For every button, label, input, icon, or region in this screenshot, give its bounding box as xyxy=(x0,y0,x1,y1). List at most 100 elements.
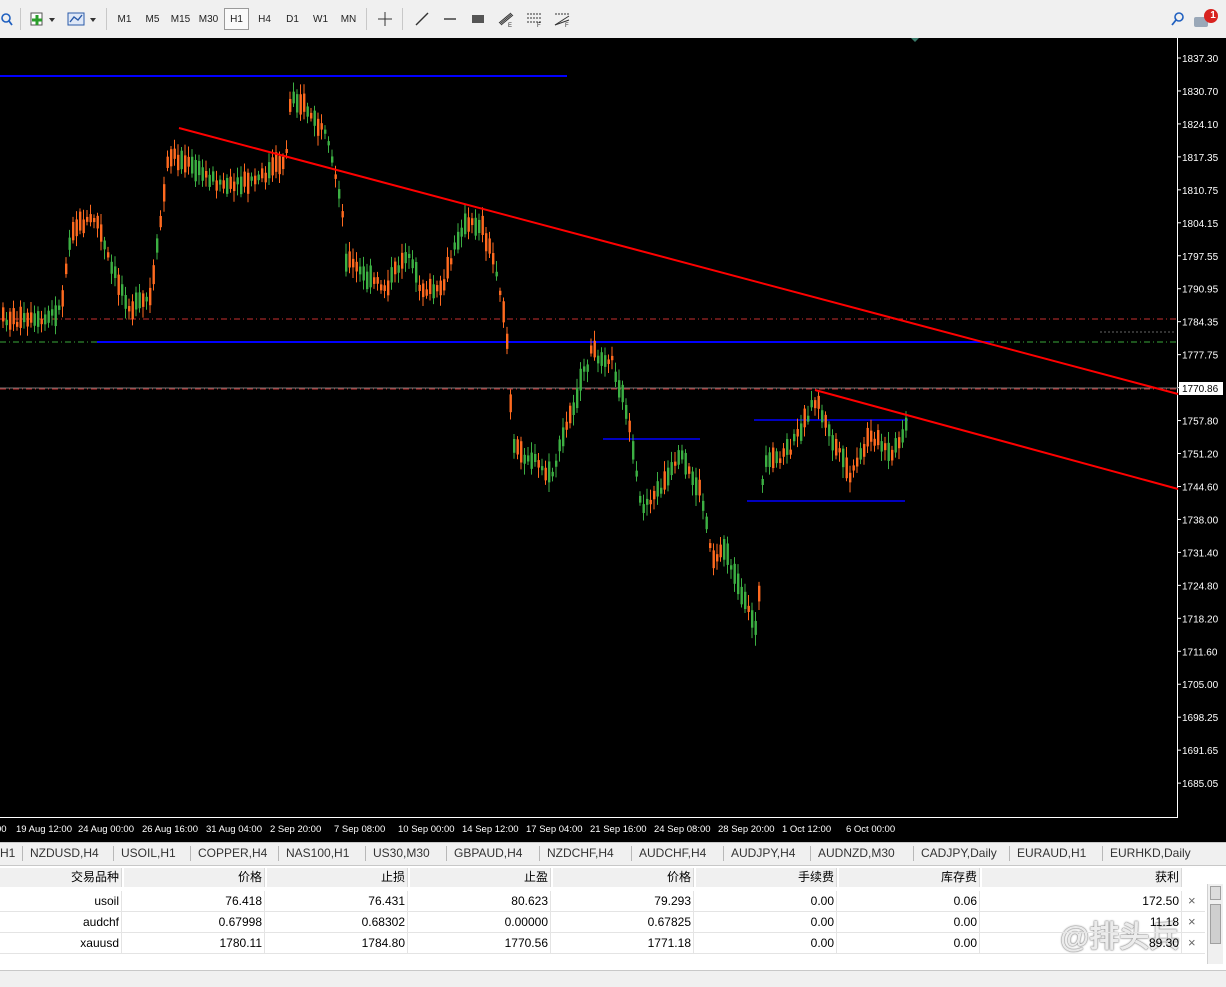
trendline-tool-icon[interactable] xyxy=(410,8,434,30)
new-chart-icon[interactable] xyxy=(28,8,58,30)
candle-body xyxy=(576,388,579,409)
price-tick-label: 1698.25 xyxy=(1182,713,1219,724)
candle-body xyxy=(800,423,803,441)
horizontal-line-tool-icon[interactable] xyxy=(438,8,462,30)
candle-body xyxy=(852,465,855,471)
table-cell-tp: 1770.56 xyxy=(410,933,551,953)
candle-body xyxy=(208,174,211,187)
candle-body xyxy=(289,98,292,112)
toolbar: M1 M5 M15 M30 H1 H4 D1 W1 MN E F F 1 xyxy=(0,0,1226,39)
candle-body xyxy=(873,438,876,446)
table-header[interactable]: 价格 xyxy=(124,868,265,887)
candle-body xyxy=(215,180,218,191)
notifications-icon[interactable]: 1 xyxy=(1192,8,1222,30)
table-header[interactable]: 库存费 xyxy=(839,868,980,887)
close-position-icon[interactable]: × xyxy=(1188,914,1196,929)
timeframe-w1-button[interactable]: W1 xyxy=(308,8,333,30)
candle-body xyxy=(264,172,267,183)
candle-body xyxy=(586,364,589,372)
table-header[interactable]: 手续费 xyxy=(696,868,837,887)
candle-body xyxy=(86,216,89,222)
candle-body xyxy=(131,301,134,319)
candle-body xyxy=(296,94,299,113)
table-header[interactable]: 获利 xyxy=(982,868,1182,887)
crosshair-icon[interactable] xyxy=(374,8,396,30)
candle-body xyxy=(607,359,610,365)
candle-body xyxy=(835,438,838,456)
time-tick-label: 24 Aug 00:00 xyxy=(78,824,134,835)
price-tick-label: 1757.80 xyxy=(1182,417,1219,428)
fibo-fan-tool-icon[interactable]: F xyxy=(550,8,574,30)
symbol-tab[interactable]: EURHKD,Daily xyxy=(1110,846,1191,860)
scrollbar[interactable] xyxy=(1207,884,1223,964)
channel-tool-icon[interactable]: E xyxy=(494,8,518,30)
symbol-tab[interactable]: H1 xyxy=(0,846,15,860)
candle-body xyxy=(730,565,733,570)
table-header[interactable]: 止盈 xyxy=(410,868,551,887)
candle-body xyxy=(89,214,92,223)
rectangle-tool-icon[interactable] xyxy=(466,8,490,30)
candle-body xyxy=(121,284,124,296)
candle-body xyxy=(747,605,750,612)
candle-body xyxy=(565,421,568,430)
candle-body xyxy=(145,296,148,302)
timeframe-h1-button[interactable]: H1 xyxy=(224,8,249,30)
candle-body xyxy=(716,554,719,562)
candle-body xyxy=(520,441,523,463)
candle-body xyxy=(320,123,323,130)
symbol-tab[interactable]: GBPAUD,H4 xyxy=(454,846,522,860)
zoom-icon[interactable] xyxy=(0,8,14,30)
candle-body xyxy=(828,424,831,437)
candle-body xyxy=(310,112,313,119)
symbol-tab[interactable]: NAS100,H1 xyxy=(286,846,349,860)
time-tick-label: 6 Oct 00:00 xyxy=(846,824,895,835)
price-chart[interactable]: 1837.30 1830.70 1824.10 1817.35 1810.75 1804.… xyxy=(0,38,1226,929)
candle-body xyxy=(327,141,330,146)
candle-body xyxy=(534,454,537,463)
table-header[interactable]: 交易品种 xyxy=(0,868,122,887)
close-position-icon[interactable]: × xyxy=(1188,893,1196,908)
chart-template-icon[interactable] xyxy=(64,8,100,30)
symbol-tab[interactable]: CADJPY,Daily xyxy=(921,846,997,860)
candle-body xyxy=(247,172,250,194)
candle-body xyxy=(863,443,866,457)
candle-body xyxy=(516,439,519,455)
timeframe-m5-button[interactable]: M5 xyxy=(140,8,165,30)
timeframe-m30-button[interactable]: M30 xyxy=(196,8,221,30)
table-header[interactable]: 止损 xyxy=(267,868,408,887)
price-tick-label: 1790.95 xyxy=(1182,285,1219,296)
symbol-tab[interactable]: NZDCHF,H4 xyxy=(547,846,614,860)
symbol-tab[interactable]: NZDUSD,H4 xyxy=(30,846,99,860)
symbol-tab[interactable]: EURAUD,H1 xyxy=(1017,846,1086,860)
price-tick-label: 1738.00 xyxy=(1182,515,1219,526)
symbol-tab[interactable]: US30,M30 xyxy=(373,846,430,860)
price-tick-label: 1751.20 xyxy=(1182,450,1219,461)
candle-body xyxy=(887,442,890,461)
candle-body xyxy=(96,215,99,229)
candle-body xyxy=(856,457,859,467)
symbol-tab[interactable]: AUDNZD,M30 xyxy=(818,846,895,860)
candle-body xyxy=(744,591,747,610)
table-header[interactable]: 价格 xyxy=(553,868,694,887)
timeframe-h4-button[interactable]: H4 xyxy=(252,8,277,30)
fibonacci-tool-icon[interactable]: F xyxy=(522,8,546,30)
price-tick-label: 1804.15 xyxy=(1182,219,1219,230)
symbol-tab[interactable]: COPPER,H4 xyxy=(198,846,267,860)
candle-body xyxy=(558,439,561,452)
search-icon[interactable] xyxy=(1168,8,1188,30)
price-tick-label: 1830.70 xyxy=(1182,87,1219,98)
candle-body xyxy=(842,448,845,468)
candle-body xyxy=(394,261,397,275)
symbol-tab[interactable]: AUDCHF,H4 xyxy=(639,846,706,860)
timeframe-mn-button[interactable]: MN xyxy=(336,8,361,30)
symbol-tab[interactable]: AUDJPY,H4 xyxy=(731,846,795,860)
candle-body xyxy=(786,439,789,455)
symbol-tab[interactable]: USOIL,H1 xyxy=(121,846,176,860)
close-position-icon[interactable]: × xyxy=(1188,935,1196,950)
timeframe-m1-button[interactable]: M1 xyxy=(112,8,137,30)
timeframe-d1-button[interactable]: D1 xyxy=(280,8,305,30)
candle-body xyxy=(450,258,453,265)
candle-body xyxy=(432,284,435,299)
candle-body xyxy=(65,263,68,275)
timeframe-m15-button[interactable]: M15 xyxy=(168,8,193,30)
